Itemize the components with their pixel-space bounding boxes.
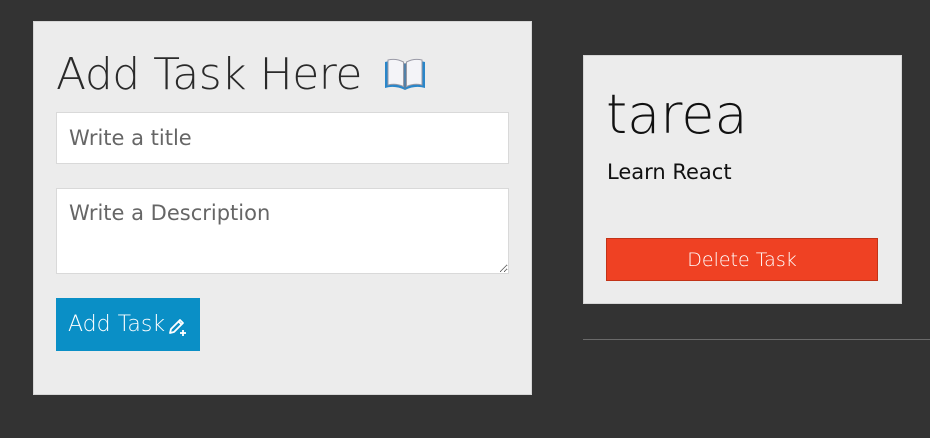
open-book-icon xyxy=(382,55,428,95)
add-task-button-label: Add Task xyxy=(68,312,166,337)
form-heading: Add Task Here xyxy=(56,50,428,100)
add-task-form: Add Task Here Add Task xyxy=(33,21,532,395)
task-card: tarea Learn React Delete Task xyxy=(583,55,902,304)
page: Add Task Here Add Task xyxy=(0,0,930,438)
task-divider xyxy=(583,339,930,340)
task-description: Learn React xyxy=(607,160,732,184)
form-heading-text: Add Task Here xyxy=(56,49,362,100)
add-task-button[interactable]: Add Task xyxy=(56,298,201,351)
task-title: tarea xyxy=(606,83,748,146)
description-textarea[interactable] xyxy=(56,188,509,274)
pencil-plus-icon xyxy=(166,316,188,338)
delete-task-button[interactable]: Delete Task xyxy=(606,238,878,281)
title-input[interactable] xyxy=(56,112,509,164)
